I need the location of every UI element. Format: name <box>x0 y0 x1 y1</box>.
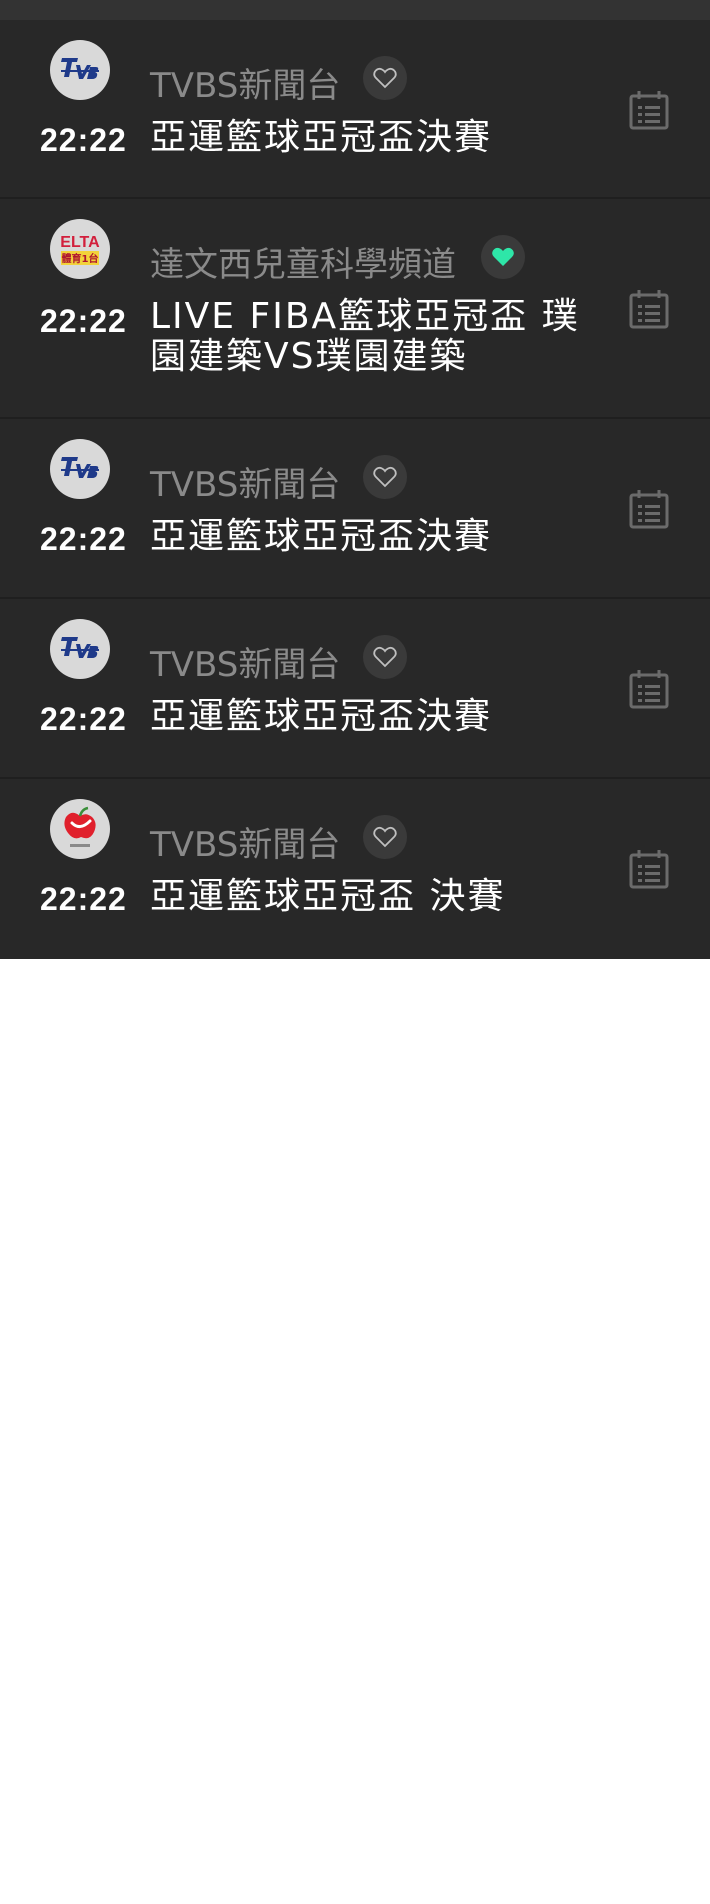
program-title: 亞運籃球亞冠盃 決賽 <box>150 876 506 917</box>
program-row[interactable]: TVBS新聞台 22:22 亞運籃球亞冠盃決賽 <box>0 20 710 199</box>
apple-channel-logo <box>50 799 110 859</box>
program-title: LIVE FIBA籃球亞冠盃 璞 園建築VS璞園建築 <box>150 297 590 377</box>
elta-logo-subtext: 體育1台 <box>62 252 99 265</box>
favorite-button[interactable] <box>363 455 407 499</box>
tvbs-logo <box>50 619 110 679</box>
channel-name: TVBS新聞台 <box>150 465 341 505</box>
favorite-button[interactable] <box>363 635 407 679</box>
tvbs-logo <box>50 439 110 499</box>
heart-outline-icon <box>373 466 397 488</box>
program-title-line: 園建築VS璞園建築 <box>150 336 468 377</box>
heart-outline-icon <box>373 826 397 848</box>
program-title: 亞運籃球亞冠盃決賽 <box>150 516 493 557</box>
elta-logo-text: ELTA <box>60 234 100 251</box>
program-title: 亞運籃球亞冠盃決賽 <box>150 117 493 158</box>
channel-name: TVBS新聞台 <box>150 66 341 106</box>
favorite-button[interactable] <box>363 56 407 100</box>
calendar-reminder-icon[interactable] <box>627 847 671 891</box>
calendar-reminder-icon[interactable] <box>627 88 671 132</box>
channel-name: TVBS新聞台 <box>150 825 341 865</box>
top-bar <box>0 0 710 20</box>
program-title-line: LIVE FIBA籃球亞冠盃 璞 <box>150 296 580 337</box>
program-list: TVBS新聞台 22:22 亞運籃球亞冠盃決賽 ELTA 體育1台 達文西兒童科… <box>0 0 710 959</box>
favorite-button[interactable] <box>481 235 525 279</box>
program-row[interactable]: ELTA 體育1台 達文西兒童科學頻道 22:22 LIVE FIBA籃球亞冠盃… <box>0 199 710 419</box>
heart-outline-icon <box>373 67 397 89</box>
channel-name: 達文西兒童科學頻道 <box>150 245 456 285</box>
heart-outline-icon <box>373 646 397 668</box>
calendar-reminder-icon[interactable] <box>627 487 671 531</box>
calendar-reminder-icon[interactable] <box>627 287 671 331</box>
calendar-reminder-icon[interactable] <box>627 667 671 711</box>
channel-name: TVBS新聞台 <box>150 645 341 685</box>
favorite-button[interactable] <box>363 815 407 859</box>
elta-sports-1-logo: ELTA 體育1台 <box>50 219 110 279</box>
tvbs-logo <box>50 40 110 100</box>
heart-filled-icon <box>492 247 514 266</box>
program-title: 亞運籃球亞冠盃決賽 <box>150 696 493 737</box>
program-row[interactable]: TVBS新聞台 22:22 亞運籃球亞冠盃決賽 <box>0 599 710 779</box>
program-row[interactable]: TVBS新聞台 22:22 亞運籃球亞冠盃 決賽 <box>0 779 710 959</box>
program-row[interactable]: TVBS新聞台 22:22 亞運籃球亞冠盃決賽 <box>0 419 710 599</box>
